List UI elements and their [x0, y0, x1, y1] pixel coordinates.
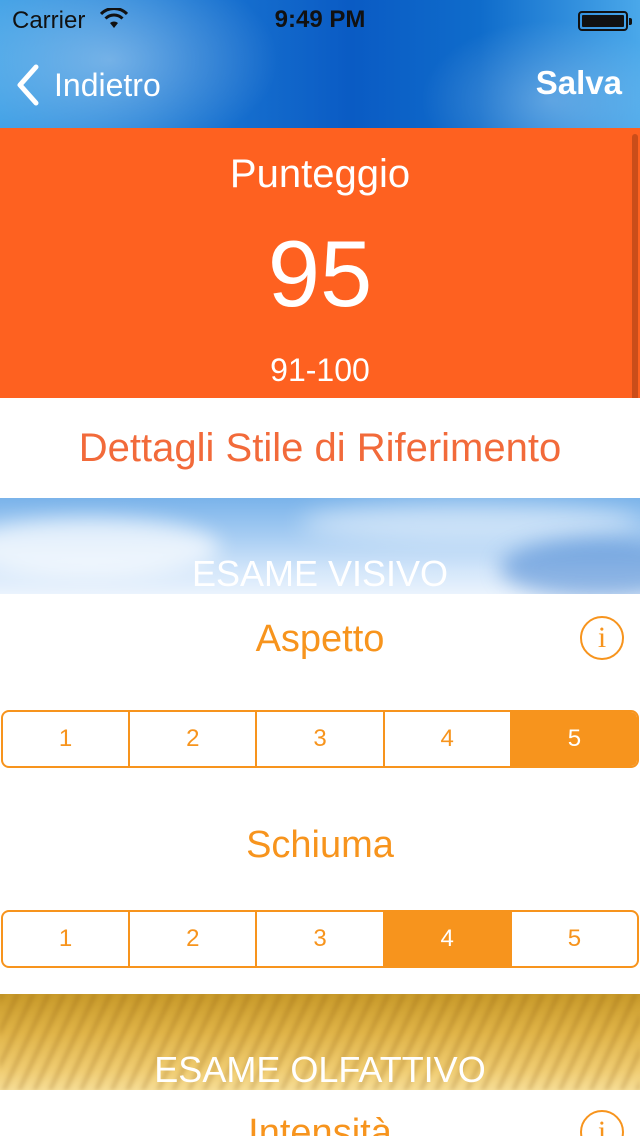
rating-option-2[interactable]: 2 — [130, 912, 258, 966]
rating-option-1[interactable]: 1 — [3, 712, 131, 766]
info-icon[interactable]: i — [580, 616, 624, 660]
rating-option-2[interactable]: 2 — [130, 712, 258, 766]
rating-option-4[interactable]: 4 — [385, 712, 512, 766]
status-bar: Carrier 9:49 PM — [0, 0, 640, 40]
rating-option-3[interactable]: 3 — [257, 912, 385, 966]
back-button[interactable]: Indietro — [14, 60, 161, 110]
status-time: 9:49 PM — [274, 6, 366, 33]
battery-icon — [578, 11, 632, 31]
navigation-header: Carrier 9:49 PM Indietro Salva — [0, 0, 640, 128]
score-range: 91-100 — [270, 352, 370, 388]
section-header-olfactory-exam: ESAME OLFATTIVO — [0, 994, 640, 1090]
rating-option-4[interactable]: 4 — [384, 912, 512, 966]
chevron-left-icon — [17, 64, 39, 106]
rating-option-5[interactable]: 5 — [512, 912, 637, 966]
rating-label-schiuma: Schiuma — [246, 824, 394, 866]
rating-selector-aspetto: 1 2 3 4 5 — [1, 710, 639, 768]
rating-option-5[interactable]: 5 — [511, 712, 637, 766]
section-title-olfactory-exam: ESAME OLFATTIVO — [154, 1049, 486, 1090]
score-value: 95 — [267, 221, 373, 326]
rating-option-3[interactable]: 3 — [257, 712, 385, 766]
back-button-label: Indietro — [54, 66, 161, 103]
rating-label-aspetto: Aspetto — [255, 618, 385, 660]
save-button[interactable]: Salva — [536, 64, 622, 102]
rating-selector-schiuma: 1 2 3 4 5 — [1, 910, 639, 968]
rating-option-1[interactable]: 1 — [3, 912, 131, 966]
section-header-visual-exam: ESAME VISIVO — [0, 498, 640, 594]
score-panel: Punteggio 95 91-100 — [0, 128, 640, 398]
section-title-visual-exam: ESAME VISIVO — [191, 553, 449, 594]
score-title: Punteggio — [229, 152, 411, 196]
reference-style-details-link[interactable]: Dettagli Stile di Riferimento — [0, 398, 640, 498]
rating-label-intensita: Intensità — [248, 1112, 392, 1136]
